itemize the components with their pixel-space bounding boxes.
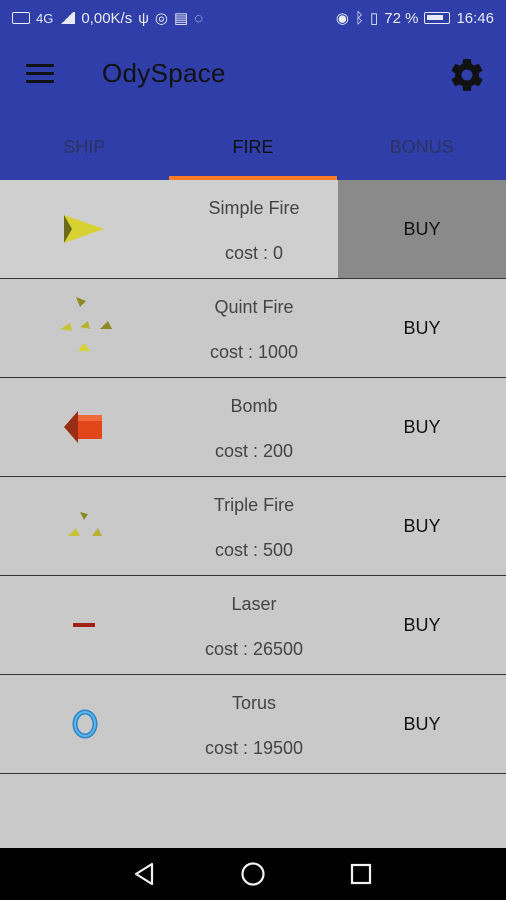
tab-ship[interactable]: SHIP <box>0 114 169 180</box>
gear-icon[interactable] <box>448 56 486 94</box>
hamburger-icon[interactable] <box>26 64 54 84</box>
item-name: Laser <box>231 594 277 614</box>
tab-bonus[interactable]: BONUS <box>337 114 506 180</box>
sim-card-icon <box>12 12 30 24</box>
bluetooth-icon: ᛒ <box>354 9 364 27</box>
network-type-label: 4G <box>36 10 54 26</box>
back-triangle-icon[interactable] <box>132 861 158 887</box>
buy-button[interactable]: BUY <box>338 675 506 773</box>
buy-button[interactable]: BUY <box>338 378 506 476</box>
notification-icon: ▤ <box>174 10 189 27</box>
usb-icon: ψ <box>138 9 149 27</box>
status-left: 4G 0,00K/s ψ ◎ ▤ ◌ <box>12 9 203 27</box>
weapon-list: Simple Fire cost : 0 BUY Quint Fire cost… <box>0 180 506 774</box>
item-cost: cost : 1000 <box>209 342 299 362</box>
red-arrow-bomb-icon <box>50 392 120 462</box>
chat-icon: ◌ <box>194 9 204 27</box>
three-pyramids-icon <box>50 491 120 561</box>
sync-icon: ◎ <box>154 10 169 27</box>
tab-fire[interactable]: FIRE <box>168 114 338 180</box>
battery-percent: 72 % <box>384 9 419 27</box>
blue-torus-icon <box>50 689 120 759</box>
list-item: Quint Fire cost : 1000 BUY <box>0 279 506 378</box>
status-bar: 4G 0,00K/s ψ ◎ ▤ ◌ ◉ ᛒ ▯ 72 % 16:46 <box>0 0 506 36</box>
item-name: Simple Fire <box>208 198 300 218</box>
clock: 16:46 <box>456 9 494 27</box>
list-item: Simple Fire cost : 0 BUY <box>0 180 506 279</box>
network-speed: 0,00K/s <box>81 9 133 27</box>
item-cost: cost : 26500 <box>204 639 304 659</box>
signal-icon <box>59 12 76 24</box>
list-item: Bomb cost : 200 BUY <box>0 378 506 477</box>
red-laser-icon <box>50 590 120 660</box>
item-name: Triple Fire <box>213 495 295 515</box>
home-circle-icon[interactable] <box>240 861 266 887</box>
list-item: Torus cost : 19500 BUY <box>0 675 506 774</box>
app-bar: OdySpace <box>0 36 506 114</box>
item-cost: cost : 200 <box>214 441 294 461</box>
list-item: Triple Fire cost : 500 BUY <box>0 477 506 576</box>
buy-button[interactable]: BUY <box>338 477 506 575</box>
recents-square-icon[interactable] <box>348 861 374 887</box>
item-cost: cost : 500 <box>214 540 294 560</box>
item-cost: cost : 19500 <box>204 738 304 758</box>
tab-bar: SHIP FIRE BONUS <box>0 114 506 180</box>
app-title: OdySpace <box>102 58 226 88</box>
buy-button[interactable]: BUY <box>338 279 506 377</box>
vibrate-icon: ▯ <box>369 10 379 27</box>
item-name: Torus <box>231 693 276 713</box>
buy-button[interactable]: BUY <box>338 576 506 674</box>
item-cost: cost : 0 <box>224 243 284 263</box>
system-nav-bar <box>0 848 506 900</box>
list-item: Laser cost : 26500 BUY <box>0 576 506 675</box>
item-name: Bomb <box>230 396 278 416</box>
status-right: ◉ ᛒ ▯ 72 % 16:46 <box>335 9 494 28</box>
buy-button[interactable]: BUY <box>338 180 506 278</box>
yellow-pyramid-icon <box>50 194 120 264</box>
five-pyramids-icon <box>50 293 120 363</box>
battery-icon <box>424 12 451 24</box>
item-name: Quint Fire <box>214 297 294 317</box>
eye-icon: ◉ <box>335 10 349 27</box>
